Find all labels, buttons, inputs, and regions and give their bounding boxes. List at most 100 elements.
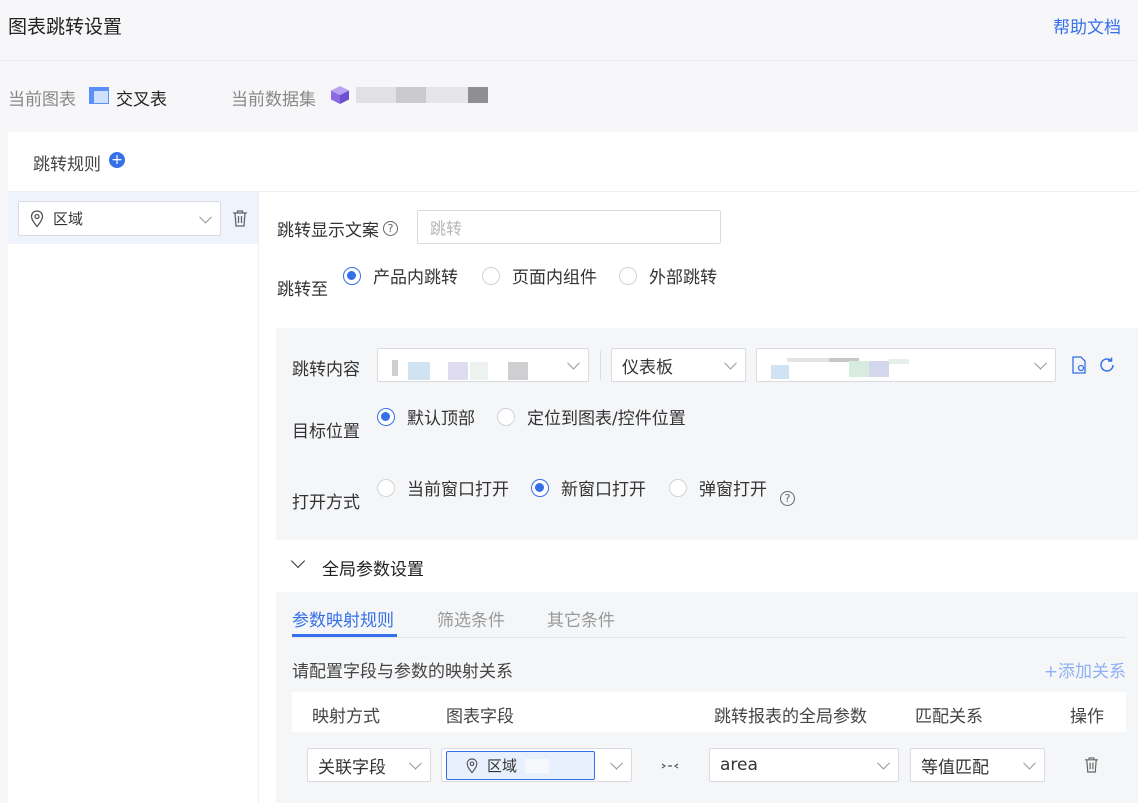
content-source-select[interactable] (377, 348, 589, 382)
col-action: 操作 (1070, 707, 1104, 727)
chevron-down-icon (877, 756, 890, 770)
blurred-text (771, 365, 789, 379)
mapping-type-select[interactable]: 关联字段 (307, 748, 431, 782)
chevron-down-icon (567, 356, 580, 370)
target-top-radio[interactable]: 默认顶部 (377, 404, 475, 429)
tab-active-indicator (292, 634, 397, 637)
blurred-text (408, 362, 430, 380)
location-pin-icon (29, 209, 45, 228)
rules-title: 跳转规则 (33, 155, 101, 175)
radio-checked-icon (531, 478, 549, 497)
radio-label: 默认顶部 (407, 409, 475, 429)
target-chart-radio[interactable]: 定位到图表/控件位置 (497, 404, 686, 429)
dataset-name-blurred (356, 87, 488, 103)
open-popup-radio[interactable]: 弹窗打开 (669, 475, 767, 500)
chevron-down-icon (1023, 756, 1036, 770)
blurred-text (392, 360, 398, 376)
col-param: 跳转报表的全局参数 (714, 707, 867, 727)
column-divider (258, 192, 259, 803)
radio-label: 当前窗口打开 (407, 480, 509, 500)
blurred-text (849, 361, 869, 377)
open-current-radio[interactable]: 当前窗口打开 (377, 475, 509, 500)
add-relation-link[interactable]: +添加关系 (1044, 657, 1126, 682)
radio-label: 外部跳转 (649, 268, 717, 288)
content-type-value: 仪表板 (622, 357, 673, 378)
current-dataset-label: 当前数据集 (231, 90, 316, 110)
radio-label: 定位到图表/控件位置 (527, 409, 686, 429)
open-new-radio[interactable]: 新窗口打开 (531, 475, 646, 500)
radio-label: 新窗口打开 (561, 480, 646, 500)
blurred-text (869, 361, 889, 377)
display-text-label: 跳转显示文案 (277, 221, 379, 241)
help-link[interactable]: 帮助文档 (1053, 13, 1121, 38)
radio-checked-icon (343, 266, 361, 285)
chevron-down-icon (199, 210, 212, 224)
blurred-text (470, 362, 488, 380)
tab-param-mapping[interactable]: 参数映射规则 (292, 606, 394, 631)
display-text-placeholder: 跳转 (430, 219, 463, 238)
refresh-icon[interactable] (1098, 356, 1116, 374)
match-type-value: 等值匹配 (921, 757, 989, 778)
mapping-hint: 请配置字段与参数的映射关系 (292, 662, 513, 682)
jump-product-radio[interactable]: 产品内跳转 (343, 263, 458, 288)
global-param-select[interactable]: area (709, 748, 899, 782)
content-label: 跳转内容 (292, 360, 360, 380)
blurred-text (508, 362, 528, 380)
radio-unchecked-icon (482, 266, 500, 285)
rule-field-select[interactable]: 区域 (18, 201, 221, 236)
col-mapping: 映射方式 (312, 707, 380, 727)
blurred-text (448, 362, 468, 380)
display-text-label-wrap: 跳转显示文案 ? (277, 216, 398, 241)
dashboard-settings-icon[interactable] (1071, 356, 1087, 374)
current-chart-label: 当前图表 (8, 90, 76, 110)
display-text-input[interactable]: 跳转 (417, 210, 721, 244)
tab-filter[interactable]: 筛选条件 (437, 606, 505, 631)
cross-table-icon (89, 87, 109, 104)
chart-field-tag[interactable]: 区域 (446, 751, 595, 780)
header-divider (0, 60, 1138, 61)
radio-unchecked-icon (497, 407, 515, 426)
jump-to-label: 跳转至 (277, 280, 328, 300)
global-param-value: area (720, 755, 758, 775)
radio-unchecked-icon (377, 478, 395, 497)
radio-unchecked-icon (669, 478, 687, 497)
delete-row-icon[interactable] (1084, 756, 1099, 773)
cube-icon (330, 85, 350, 105)
global-params-title: 全局参数设置 (322, 560, 424, 580)
chevron-down-icon (724, 356, 737, 370)
jump-external-radio[interactable]: 外部跳转 (619, 263, 717, 288)
current-chart-value: 交叉表 (116, 90, 167, 110)
content-type-select[interactable]: 仪表板 (611, 348, 746, 382)
blurred-text (525, 758, 550, 773)
help-icon[interactable]: ? (383, 221, 398, 236)
radio-label: 弹窗打开 (699, 480, 767, 500)
target-label: 目标位置 (292, 422, 360, 442)
dashboard-select[interactable] (756, 348, 1056, 382)
mapping-type-value: 关联字段 (318, 757, 386, 778)
delete-rule-icon[interactable] (232, 209, 248, 227)
link-icon (660, 758, 680, 772)
radio-checked-icon (377, 407, 395, 426)
blurred-text (889, 359, 909, 364)
tab-divider (292, 637, 1126, 638)
col-field: 图表字段 (446, 707, 514, 727)
help-icon[interactable]: ? (780, 491, 795, 506)
page-title: 图表跳转设置 (8, 16, 123, 38)
radio-label: 产品内跳转 (373, 268, 458, 288)
location-pin-icon (465, 757, 479, 774)
radio-label: 页面内组件 (512, 268, 597, 288)
chart-field-value: 区域 (487, 757, 518, 775)
chevron-down-icon (610, 756, 623, 770)
rule-field-value: 区域 (53, 210, 84, 228)
jump-component-radio[interactable]: 页面内组件 (482, 263, 597, 288)
chevron-down-icon (1034, 356, 1047, 370)
col-match: 匹配关系 (915, 707, 983, 727)
table-header (292, 692, 1126, 732)
radio-unchecked-icon (619, 266, 637, 285)
vertical-divider (600, 351, 601, 380)
open-label: 打开方式 (292, 493, 360, 513)
chevron-down-icon (409, 756, 422, 770)
tab-other[interactable]: 其它条件 (547, 606, 615, 631)
add-rule-icon[interactable]: + (109, 152, 125, 168)
match-type-select[interactable]: 等值匹配 (910, 748, 1045, 782)
